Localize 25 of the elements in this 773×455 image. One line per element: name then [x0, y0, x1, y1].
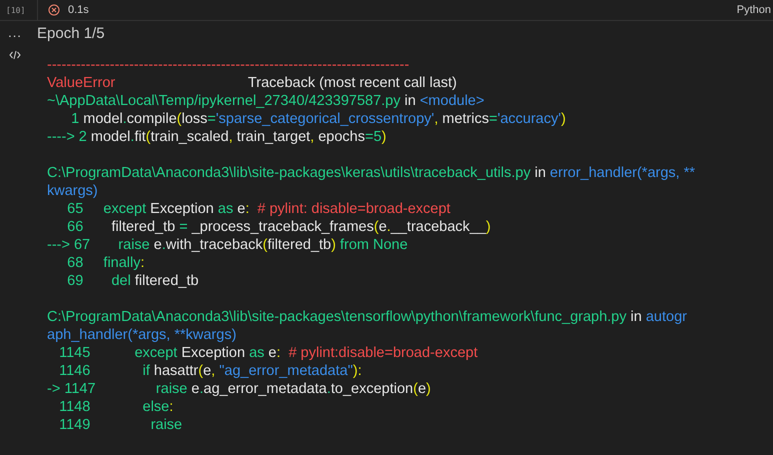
traceback-line: C:\ProgramData\Anaconda3\lib\site-packages\keras\utils\traceback_utils.py in error_handler(*args, **: [47, 164, 696, 182]
traceback-line: 1148 else:: [58, 398, 174, 416]
execution-count: [10]: [0, 0, 38, 20]
traceback-line: 1145 except Exception as e: # pylint:disable=broad-except: [58, 344, 479, 362]
traceback-line: C:\ProgramData\Anaconda3\lib\site-packages\tensorflow\python\framework\func_graph.py in autogr: [47, 308, 688, 326]
traceback-line: ~\AppData\Local\Temp/ipykernel_27340/423397587.py in <module>: [47, 92, 486, 110]
traceback-line: 68 finally:: [66, 254, 146, 272]
more-button[interactable]: ...: [8, 25, 22, 40]
output-text: Epoch 1/5: [37, 24, 106, 44]
traceback-line: ---------------------------------------------------------------------------: [47, 56, 410, 74]
traceback-line: 66 filtered_tb = _process_traceback_frames(e.__traceback__): [66, 218, 492, 236]
traceback-line: ---> 67 raise e.with_traceback(filtered_tb) from None: [47, 236, 409, 254]
traceback-line: 69 del filtered_tb: [66, 272, 200, 290]
duration: 0.1s: [68, 4, 89, 16]
language-label[interactable]: Python: [736, 4, 771, 16]
traceback-line: 1146 if hasattr(e, "ag_error_metadata"):: [58, 362, 363, 380]
traceback-line: -> 1147 raise e.ag_error_metadata.to_exception(e): [47, 380, 432, 398]
traceback-line: 65 except Exception as e: # pylint: disable=broad-except: [66, 200, 452, 218]
traceback-line: aph_handler(*args, **kwargs): [47, 326, 238, 344]
code-icon[interactable]: [9, 50, 21, 60]
traceback-line: ValueError Traceback (most recent call last): [47, 74, 458, 92]
traceback-line: 1 model.compile(loss='sparse_categorical_crossentropy', metrics='accuracy'): [70, 110, 567, 128]
traceback-line: ----> 2 model.fit(train_scaled, train_target, epochs=5): [47, 128, 388, 146]
traceback-line: 1149 raise: [58, 416, 184, 434]
traceback-line: kwargs): [47, 182, 99, 200]
